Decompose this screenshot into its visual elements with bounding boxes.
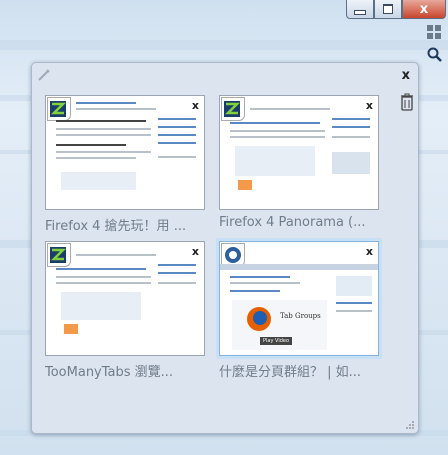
tab-title: 什麼是分頁群組？ | 如... <box>219 365 362 380</box>
tab-thumbnail[interactable]: x <box>219 95 379 210</box>
tab-group-panel[interactable]: x x Firefox 4 搶先玩！用 ... x Firefox 4 Pano… <box>31 62 419 434</box>
tab-item[interactable]: x TooManyTabs 瀏覽... <box>45 241 205 380</box>
restore-button[interactable] <box>374 0 402 19</box>
search-button[interactable] <box>425 45 443 63</box>
minimize-icon <box>354 9 366 15</box>
tab-item[interactable]: x Firefox 4 搶先玩！用 ... <box>45 95 205 234</box>
favicon <box>47 97 71 121</box>
favicon <box>47 243 71 267</box>
tab-item[interactable]: x Firefox 4 Panorama (... <box>219 95 379 230</box>
restore-icon <box>383 4 393 14</box>
tab-thumbnail[interactable]: x Tab Groups Play Video <box>219 241 379 356</box>
window-controls: x <box>346 0 446 19</box>
tab-groups-button[interactable] <box>425 23 443 41</box>
tab-close-button[interactable]: x <box>192 99 199 112</box>
firefox-logo-icon <box>247 307 271 331</box>
trash-icon[interactable] <box>400 93 414 111</box>
favicon <box>221 97 245 121</box>
tab-title: Firefox 4 Panorama (... <box>219 215 366 230</box>
tab-thumbnail[interactable]: x <box>45 95 205 210</box>
close-window-button[interactable]: x <box>402 0 446 19</box>
edit-title-icon[interactable] <box>37 68 51 82</box>
play-video-button: Play Video <box>260 337 293 345</box>
tab-thumbnail[interactable]: x <box>45 241 205 356</box>
tab-close-button[interactable]: x <box>366 99 373 112</box>
search-icon <box>427 47 442 62</box>
tab-close-button[interactable]: x <box>366 245 373 258</box>
tab-close-button[interactable]: x <box>192 245 199 258</box>
resize-handle-icon[interactable] <box>405 420 415 430</box>
minimize-button[interactable] <box>346 0 374 19</box>
tab-title: Firefox 4 搶先玩！用 ... <box>45 219 187 234</box>
thumb-caption: Tab Groups <box>280 312 321 320</box>
tab-groups-icon <box>427 25 441 39</box>
tab-title: TooManyTabs 瀏覽... <box>45 365 174 380</box>
group-close-button[interactable]: x <box>402 68 410 83</box>
tab-item-active[interactable]: x Tab Groups Play Video 什麼是分頁群組？ | 如... <box>219 241 379 380</box>
side-tools <box>425 23 445 67</box>
